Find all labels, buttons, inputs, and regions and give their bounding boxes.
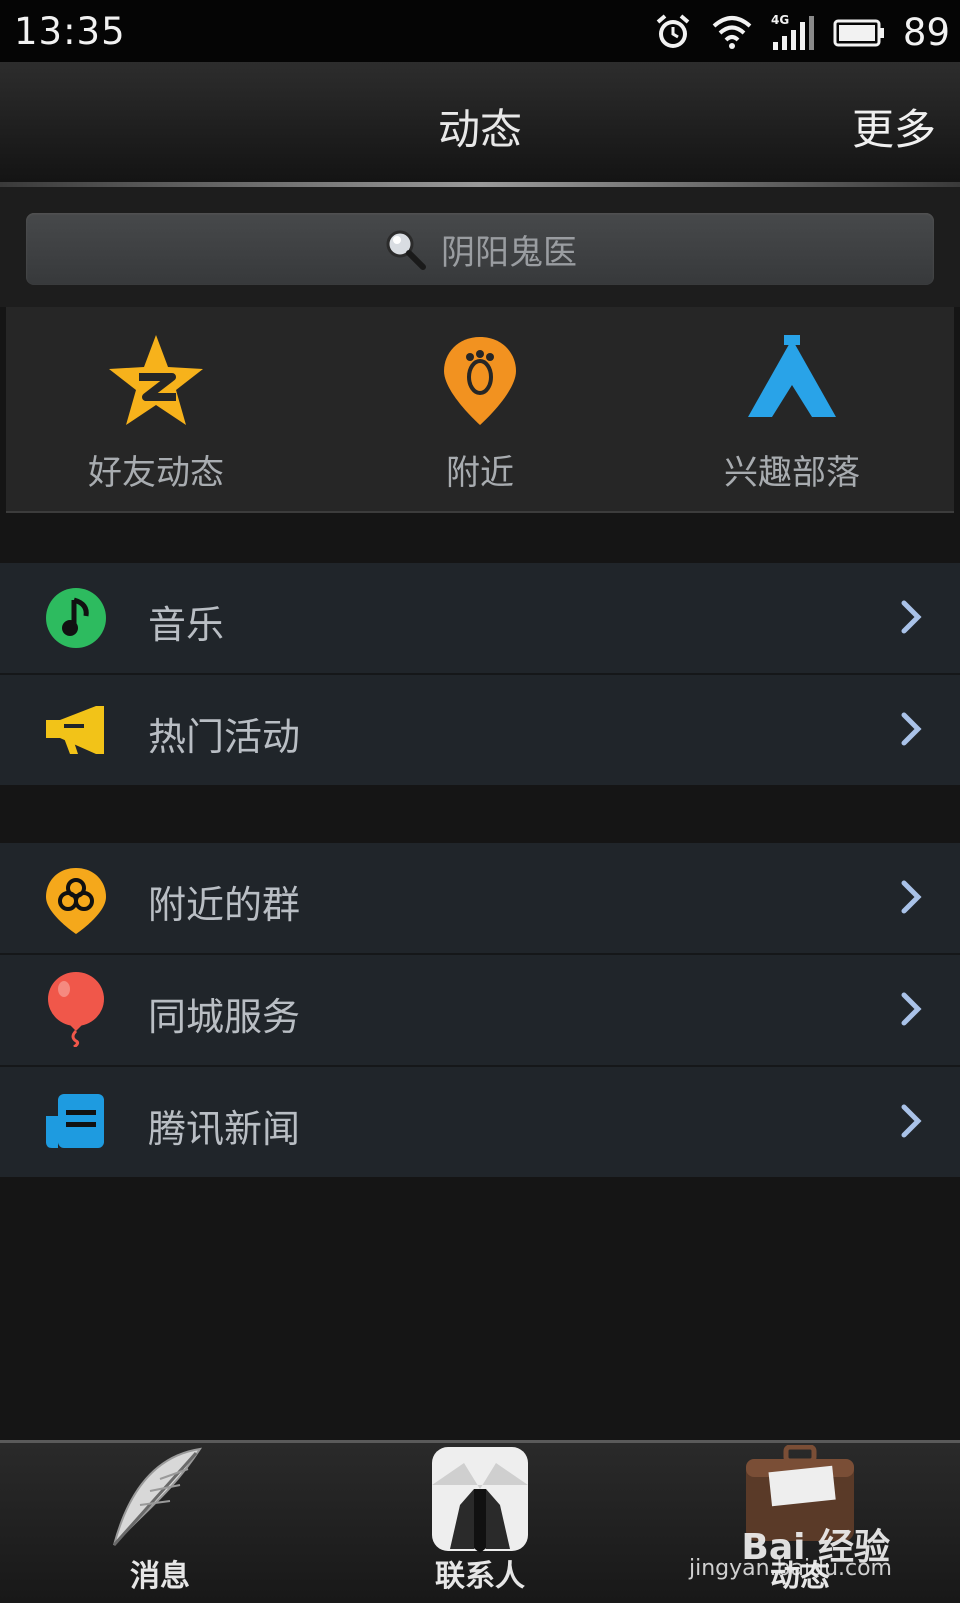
qzone-star-icon — [109, 335, 203, 425]
list-item-tencent-news[interactable]: 腾讯新闻 — [0, 1067, 960, 1177]
feather-icon — [112, 1447, 203, 1546]
list-item-music[interactable]: 音乐 — [0, 563, 960, 675]
list-item-label: 同城服务 — [148, 995, 301, 1039]
balloon-icon — [48, 972, 104, 1047]
list-item-label: 附近的群 — [148, 883, 301, 927]
nearby-footprint-icon — [444, 337, 516, 425]
quick-entry-label: 附近 — [446, 453, 514, 493]
list-item-hot-events[interactable]: 热门活动 — [0, 675, 960, 785]
list-group-1: 音乐 热门活动 — [0, 563, 960, 785]
alarm-icon — [656, 14, 690, 48]
tab-label: 消息 — [130, 1559, 190, 1594]
tribe-tent-icon — [748, 335, 836, 417]
quick-entry-tribe[interactable]: 兴趣部落 — [642, 333, 942, 494]
list-item-nearby-groups[interactable]: 附近的群 — [0, 843, 960, 955]
quick-entry-friends-feed[interactable]: 好友动态 — [6, 333, 306, 494]
search-input[interactable]: 阴阳鬼医 — [26, 213, 934, 285]
page-title: 动态 — [437, 105, 522, 154]
search-placeholder: 阴阳鬼医 — [441, 232, 577, 273]
music-note-icon — [46, 588, 106, 648]
nearby-group-icon — [46, 868, 106, 934]
search-area: 阴阳鬼医 — [0, 187, 960, 307]
quick-entries: 好友动态 附近 兴趣部落 — [6, 307, 954, 513]
svg-text:4G: 4G — [771, 13, 789, 27]
news-icon — [46, 1094, 104, 1148]
title-bar: 动态 更多 — [0, 62, 960, 182]
signal-4g-icon: 4G — [771, 13, 814, 50]
chevron-right-icon — [901, 712, 922, 746]
list-item-city-services[interactable]: 同城服务 — [0, 955, 960, 1067]
battery-level: 89 — [902, 10, 950, 54]
quick-entry-label: 好友动态 — [88, 453, 224, 493]
tab-messages[interactable]: 消息 — [0, 1443, 320, 1603]
chevron-right-icon — [901, 600, 922, 634]
quick-entry-label: 兴趣部落 — [724, 453, 860, 493]
megaphone-icon — [46, 706, 104, 754]
chevron-right-icon — [901, 1104, 922, 1138]
status-icons: 4G 89 — [653, 10, 950, 54]
search-icon — [386, 230, 426, 270]
status-bar: 13:35 4G 89 — [0, 0, 960, 62]
quick-entry-nearby[interactable]: 附近 — [330, 333, 630, 494]
wifi-icon — [712, 16, 752, 49]
list-group-2: 附近的群 同城服务 腾讯新闻 — [0, 843, 960, 1177]
list-item-label: 音乐 — [148, 603, 225, 647]
shirt-collar-icon — [432, 1447, 528, 1553]
list-item-label: 腾讯新闻 — [148, 1107, 301, 1151]
tab-contacts[interactable]: 联系人 — [320, 1443, 640, 1603]
chevron-right-icon — [901, 880, 922, 914]
tab-label: 联系人 — [435, 1559, 525, 1594]
battery-icon — [833, 19, 884, 47]
more-button[interactable]: 更多 — [852, 96, 936, 157]
chevron-right-icon — [901, 992, 922, 1026]
status-time: 13:35 — [14, 10, 126, 53]
watermark-url: jingyan.baidu.com — [688, 1556, 892, 1581]
list-item-label: 热门活动 — [148, 715, 301, 759]
